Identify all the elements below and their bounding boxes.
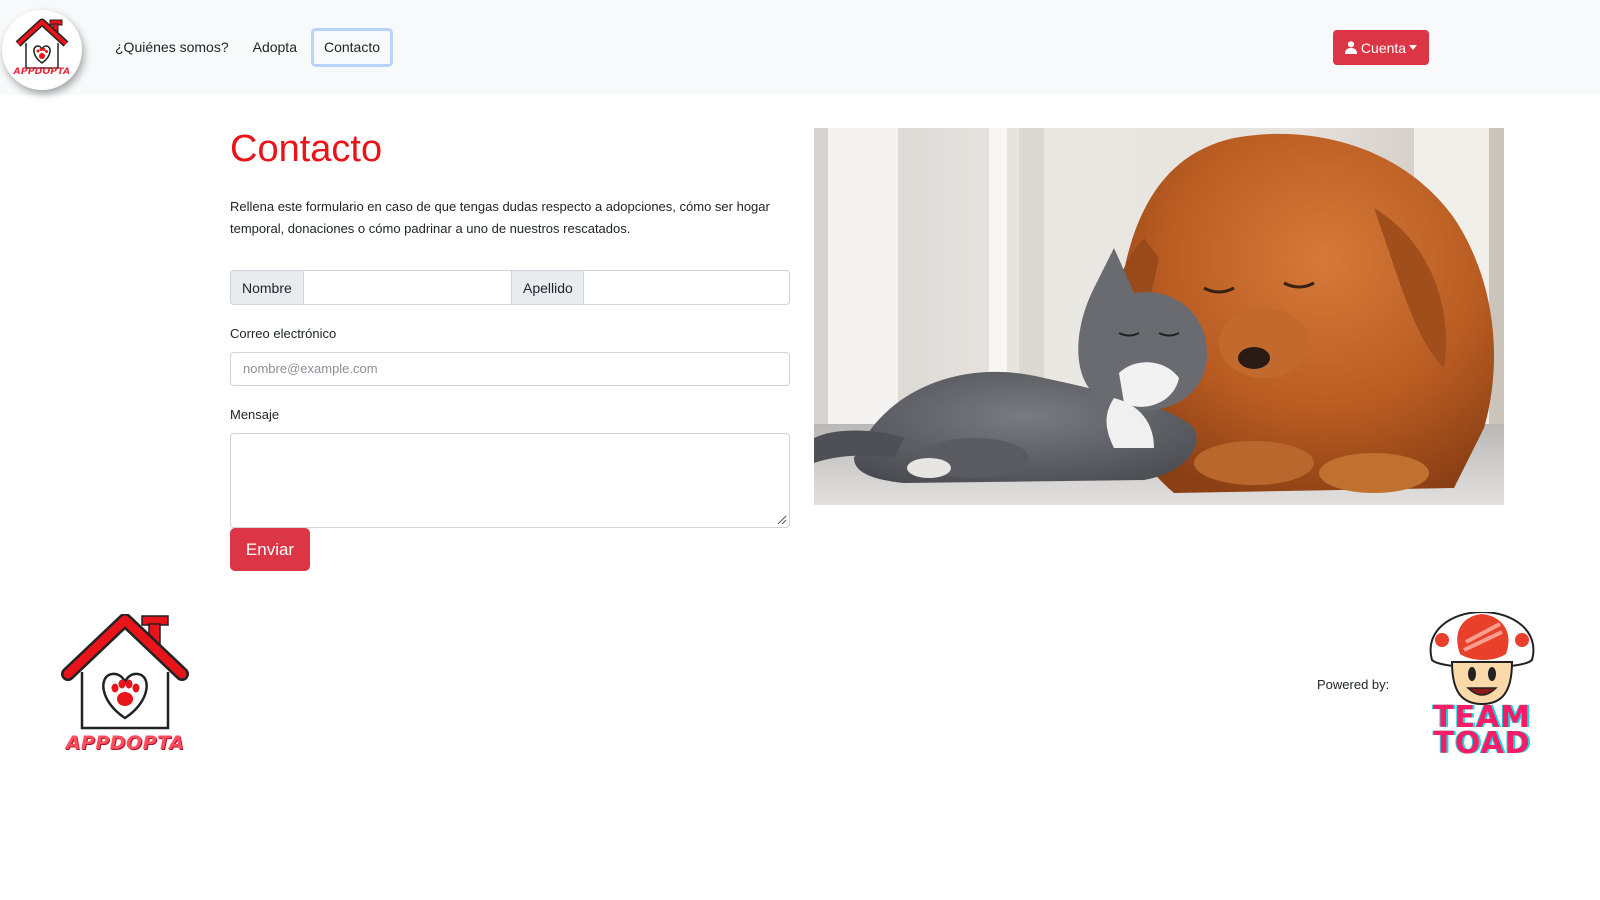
house-paw-icon bbox=[15, 18, 69, 69]
account-button-label: Cuenta bbox=[1360, 39, 1407, 56]
hero-photo bbox=[814, 128, 1504, 505]
brand-logo[interactable]: APPDOPTA bbox=[2, 10, 82, 90]
resize-handle-icon[interactable] bbox=[775, 513, 787, 525]
nav-link-quienes-somos[interactable]: ¿Quiénes somos? bbox=[103, 28, 241, 67]
submit-button[interactable]: Enviar bbox=[230, 528, 310, 571]
nav-link-adopta[interactable]: Adopta bbox=[241, 28, 309, 67]
user-icon bbox=[1344, 41, 1357, 54]
account-dropdown-button[interactable]: Cuenta bbox=[1333, 30, 1429, 65]
first-name-label: Nombre bbox=[230, 270, 304, 305]
email-input[interactable]: nombre@example.com bbox=[230, 352, 790, 386]
message-label: Mensaje bbox=[230, 407, 280, 422]
footer-logo[interactable]: APPDOPTA bbox=[60, 613, 190, 759]
intro-text: Rellena este formulario en caso de que t… bbox=[230, 199, 770, 236]
cat-and-dog-image bbox=[814, 128, 1504, 505]
first-name-input[interactable] bbox=[304, 270, 512, 305]
team-toad-logo[interactable]: TEAM TOAD bbox=[1402, 610, 1562, 762]
email-label: Correo electrónico bbox=[230, 326, 337, 341]
team-toad-line2: TOAD bbox=[1433, 726, 1531, 761]
house-paw-icon bbox=[61, 613, 189, 730]
powered-by-label: Powered by: bbox=[1317, 677, 1390, 692]
page-title: Contacto bbox=[230, 128, 383, 170]
last-name-label: Apellido bbox=[512, 270, 584, 305]
toad-mushroom-icon bbox=[1429, 610, 1535, 706]
last-name-input[interactable] bbox=[584, 270, 790, 305]
message-textarea[interactable] bbox=[230, 433, 790, 528]
navbar: APPDOPTA ¿Quiénes somos? Adopta Contacto… bbox=[0, 0, 1600, 95]
nav-links: ¿Quiénes somos? Adopta Contacto bbox=[103, 28, 394, 67]
name-input-group: Nombre Apellido bbox=[230, 270, 790, 305]
footer-logo-text: APPDOPTA bbox=[65, 732, 185, 754]
nav-link-contacto[interactable]: Contacto bbox=[310, 28, 394, 67]
brand-logo-text: APPDOPTA bbox=[13, 67, 71, 77]
chevron-down-icon bbox=[1409, 45, 1418, 50]
